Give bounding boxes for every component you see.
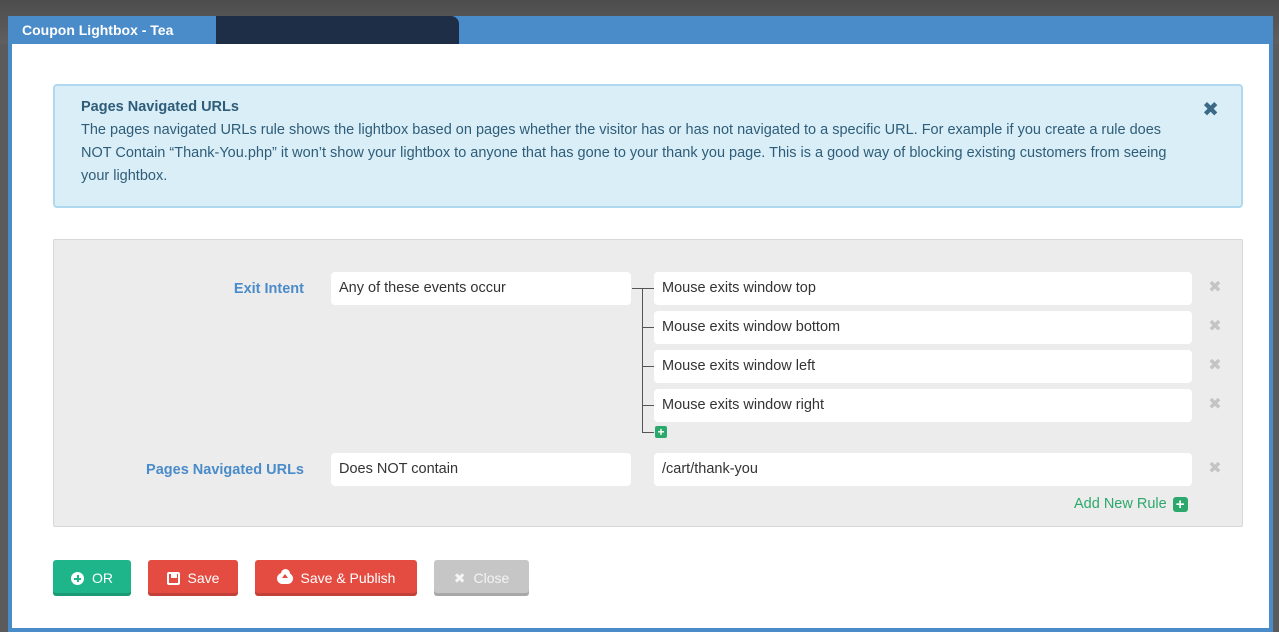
- save-publish-button-label: Save & Publish: [300, 570, 396, 586]
- rule-value-field[interactable]: Mouse exits window bottom: [654, 311, 1192, 344]
- plus-square-icon: +: [1172, 496, 1188, 512]
- modal-header: Coupon Lightbox - Tea: [12, 16, 1269, 44]
- rule-condition-select[interactable]: Does NOT contain: [331, 453, 631, 486]
- info-alert-body: The pages navigated URLs rule shows the …: [81, 122, 1167, 184]
- remove-icon[interactable]: ✖: [1204, 394, 1226, 416]
- modal-header-tab-background: [216, 16, 459, 44]
- rule-value-field[interactable]: Mouse exits window left: [654, 350, 1192, 383]
- plus-circle-icon: [71, 571, 84, 585]
- remove-icon[interactable]: ✖: [1204, 277, 1226, 299]
- tree-connector: [642, 288, 643, 433]
- save-publish-button[interactable]: Save & Publish: [255, 560, 417, 596]
- modal-title-tab[interactable]: Coupon Lightbox - Tea: [12, 16, 216, 44]
- coupon-lightbox-modal: Coupon Lightbox - Tea Pages Navigated UR…: [8, 16, 1273, 632]
- close-button[interactable]: ✖ Close: [434, 560, 529, 596]
- rule-label-pages-navigated-urls[interactable]: Pages Navigated URLs: [104, 460, 304, 480]
- floppy-disk-icon: [166, 571, 180, 585]
- save-button[interactable]: Save: [148, 560, 238, 596]
- add-value-plus-icon[interactable]: +: [655, 426, 667, 438]
- save-button-label: Save: [187, 570, 220, 586]
- rule-condition-select[interactable]: Any of these events occur: [331, 272, 631, 305]
- info-alert-title: Pages Navigated URLs: [81, 99, 239, 115]
- rule-value-field[interactable]: Mouse exits window right: [654, 389, 1192, 422]
- add-new-rule-link[interactable]: Add New Rule +: [1074, 496, 1188, 512]
- tree-connector: [642, 327, 654, 328]
- tree-connector: [642, 405, 654, 406]
- rule-label-exit-intent[interactable]: Exit Intent: [104, 279, 304, 299]
- add-new-rule-label: Add New Rule: [1074, 496, 1167, 512]
- cloud-upload-icon: [276, 568, 293, 584]
- tree-connector: [642, 366, 654, 367]
- remove-icon[interactable]: ✖: [1204, 316, 1226, 338]
- or-button[interactable]: OR: [53, 560, 131, 596]
- close-icon[interactable]: ✖: [1202, 100, 1219, 120]
- rule-value-field[interactable]: /cart/thank-you: [654, 453, 1192, 486]
- tree-connector: [632, 288, 654, 289]
- rule-value-field[interactable]: Mouse exits window top: [654, 272, 1192, 305]
- remove-icon[interactable]: ✖: [1204, 458, 1226, 480]
- tree-connector: [642, 432, 654, 433]
- rules-panel: Exit Intent Any of these events occur Mo…: [53, 239, 1243, 527]
- info-alert: Pages Navigated URLs The pages navigated…: [53, 84, 1243, 208]
- remove-icon[interactable]: ✖: [1204, 355, 1226, 377]
- close-button-label: Close: [473, 570, 510, 586]
- close-icon: ✖: [453, 570, 466, 586]
- or-button-label: OR: [92, 570, 113, 586]
